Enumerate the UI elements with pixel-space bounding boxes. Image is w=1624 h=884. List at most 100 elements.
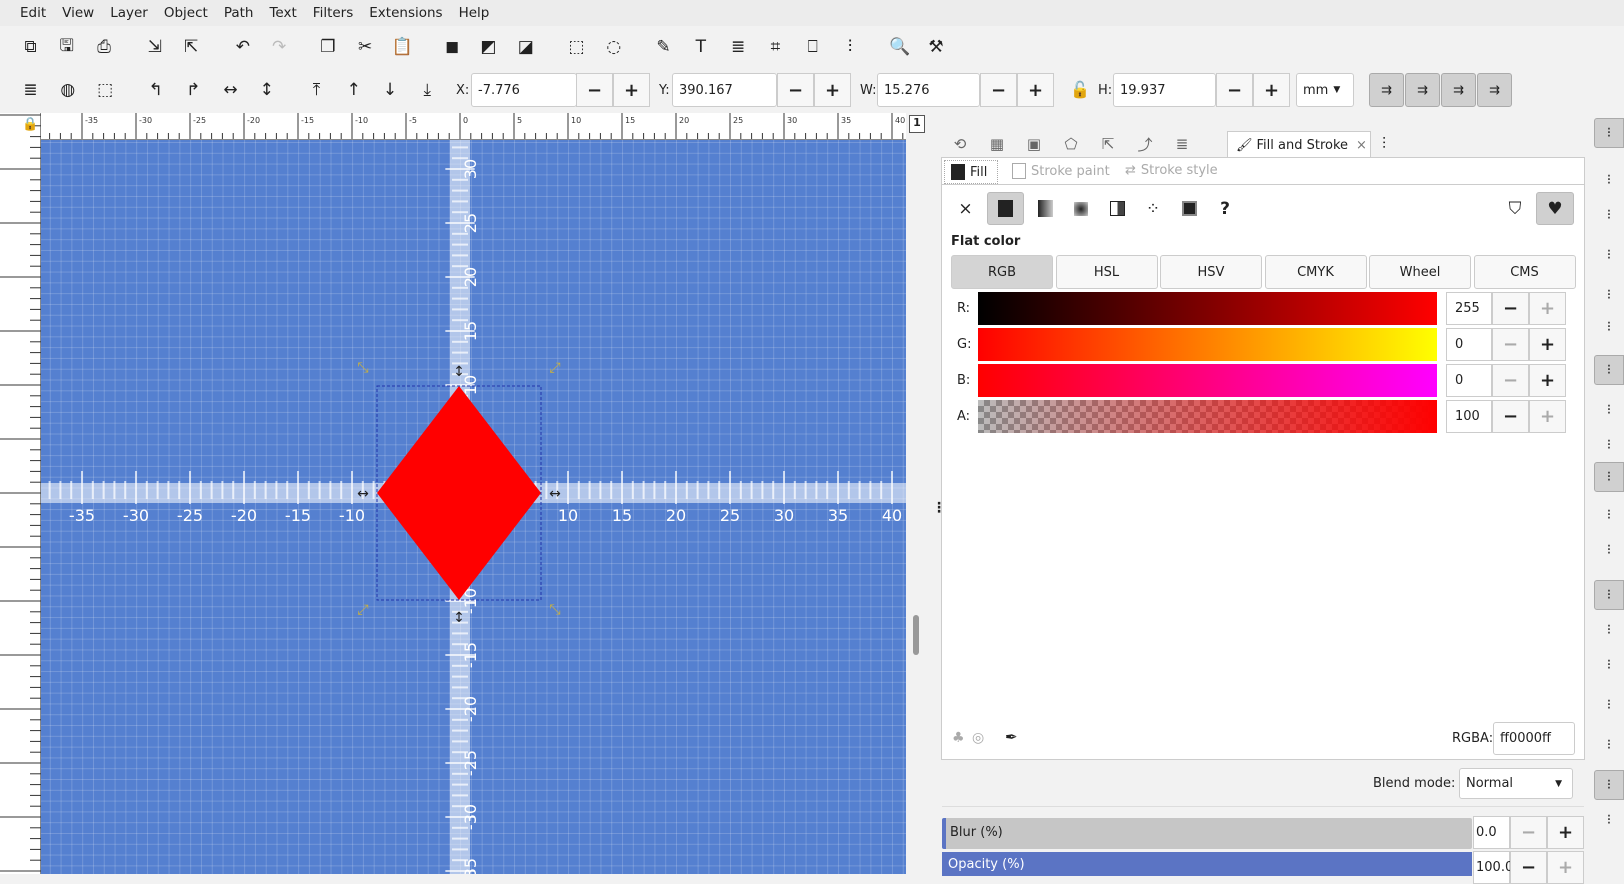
snap-bbox-button[interactable]: ⁝ (1594, 165, 1624, 195)
vertical-ruler[interactable] (0, 60, 41, 883)
menu-object[interactable]: Object (156, 5, 216, 21)
opacity-input[interactable]: 100.0 (1473, 851, 1513, 884)
snap-grid-button[interactable]: ⁝ (1594, 770, 1624, 800)
blur-increment-button[interactable]: + (1547, 816, 1584, 849)
scale-corners-button[interactable]: ⇉ (1405, 73, 1440, 107)
menu-edit[interactable]: Edit (12, 5, 54, 21)
tab-export[interactable]: ⇱ (1093, 131, 1123, 157)
lower-button[interactable]: ↓ (375, 75, 405, 105)
g-decrement-button[interactable]: − (1492, 328, 1529, 361)
tab-fill-and-stroke[interactable]: 🖌 Fill and Stroke × (1227, 131, 1371, 158)
snap-path-button[interactable]: ⁝ (1594, 395, 1624, 425)
diamond-shape[interactable] (377, 386, 541, 600)
g-channel-slider[interactable] (978, 328, 1437, 361)
snap-nodes-button[interactable]: ⁝ (1594, 355, 1624, 385)
paint-none-button[interactable]: × (950, 194, 981, 224)
unit-select[interactable]: mm ▼ (1296, 73, 1354, 107)
move-patterns-button[interactable]: ⇉ (1477, 73, 1512, 107)
tab-undo-history[interactable]: ⟲ (945, 131, 975, 157)
tab-path-effects[interactable]: ⤴ (1130, 131, 1160, 157)
a-channel-slider[interactable] (978, 400, 1437, 433)
blur-slider[interactable]: Blur (%) (942, 818, 1472, 849)
export-button[interactable]: ⇱ (176, 32, 206, 62)
scale-stroke-button[interactable]: ⇉ (1369, 73, 1404, 107)
print-button[interactable]: ⎙ (89, 32, 119, 62)
lock-group-button[interactable]: ◩ (473, 32, 503, 62)
unset-paint-button[interactable]: ? (1210, 194, 1240, 224)
y-decrement-button[interactable]: − (777, 73, 814, 107)
deselect-button[interactable]: ◌ (599, 32, 629, 62)
w-increment-button[interactable]: + (1017, 73, 1054, 107)
unlock-group-button[interactable]: ◪ (511, 32, 541, 62)
lower-to-bottom-button[interactable]: ⤓ (412, 75, 442, 105)
subtab-stroke-paint[interactable]: Stroke paint (1012, 163, 1110, 179)
opacity-decrement-button[interactable]: − (1510, 851, 1547, 884)
fill-rule-nonzero-button[interactable]: ♥ (1536, 192, 1574, 225)
snap-guide-button[interactable]: ⁝ (1594, 805, 1624, 835)
find-button[interactable]: 🔍 (885, 32, 915, 62)
flip-horizontal-button[interactable]: ↔ (215, 75, 245, 105)
paste-button[interactable]: 📋 (387, 32, 417, 62)
g-channel-input[interactable]: 0 (1446, 328, 1492, 361)
vertical-scrollbar[interactable] (913, 615, 919, 655)
color-tab-cmyk[interactable]: CMYK (1264, 255, 1367, 289)
move-gradients-button[interactable]: ⇉ (1441, 73, 1476, 107)
w-decrement-button[interactable]: − (980, 73, 1017, 107)
scale-handle-e-icon[interactable]: ↔ (549, 486, 561, 502)
subtab-stroke-style[interactable]: ⇄ Stroke style (1125, 163, 1218, 178)
rgba-input[interactable]: ff0000ff (1493, 722, 1575, 755)
rotate-ccw-button[interactable]: ↰ (141, 75, 171, 105)
menu-view[interactable]: View (54, 5, 102, 21)
color-picker-icon[interactable]: ✒ (1005, 728, 1018, 746)
menu-extensions[interactable]: Extensions (361, 5, 450, 21)
select-all-objects-button[interactable]: ≣ (16, 75, 46, 105)
opacity-slider[interactable]: Opacity (%) (942, 852, 1472, 876)
align-icon[interactable]: ⫶ (1382, 134, 1386, 154)
snap-bbox-midpoint-button[interactable]: ⁝ (1594, 280, 1624, 310)
lock-ratio-icon[interactable]: 🔓 (1070, 80, 1090, 99)
menu-filters[interactable]: Filters (305, 5, 361, 21)
a-decrement-button[interactable]: − (1492, 400, 1529, 433)
b-channel-slider[interactable] (978, 364, 1437, 397)
snap-smooth-button[interactable]: ⁝ (1594, 500, 1624, 530)
undo-button[interactable]: ↶ (228, 32, 258, 62)
tab-layers[interactable]: ≣ (1167, 131, 1197, 157)
subtab-fill[interactable]: Fill (944, 160, 998, 184)
lock-guides-icon[interactable]: 🔒 (22, 117, 38, 132)
tab-symbols[interactable]: ⬠ (1056, 131, 1086, 157)
blur-input[interactable]: 0.0 (1473, 816, 1510, 849)
scale-handle-nw-icon[interactable]: ⤡ (357, 360, 368, 376)
rotate-cw-button[interactable]: ↱ (178, 75, 208, 105)
scale-handle-sw-icon[interactable]: ⤢ (357, 602, 368, 618)
snap-cusp-button[interactable]: ⁝ (1594, 462, 1624, 492)
scale-handle-n-icon[interactable]: ↕ (453, 364, 465, 380)
r-channel-input[interactable]: 255 (1446, 292, 1492, 325)
radial-gradient-button[interactable] (1066, 194, 1096, 224)
snap-center-object-button[interactable]: ⁝ (1594, 615, 1624, 645)
b-decrement-button[interactable]: − (1492, 364, 1529, 397)
snap-rotation-button[interactable]: ⁝ (1594, 650, 1624, 680)
w-input[interactable]: 15.276 (877, 73, 980, 107)
snap-bbox-edge-button[interactable]: ⁝ (1594, 200, 1624, 230)
x-increment-button[interactable]: + (613, 73, 650, 107)
align-button[interactable]: ⫶ (835, 32, 865, 62)
canvas[interactable]: -35 -30 -25 -20 -15 -10 10 15 20 25 30 35 40 30 25 20 15… (41, 140, 906, 874)
color-tab-cms[interactable]: CMS (1473, 255, 1576, 289)
tab-document-properties[interactable]: ▣ (1019, 131, 1049, 157)
color-tab-hsl[interactable]: HSL (1055, 255, 1158, 289)
snap-others-button[interactable]: ⁝ (1594, 580, 1624, 610)
redo-button[interactable]: ↷ (264, 32, 294, 62)
preferences-button[interactable]: ⚒ (921, 32, 951, 62)
snap-center-button[interactable]: ⁝ (1594, 312, 1624, 342)
snap-page-button[interactable]: ⁝ (1594, 730, 1624, 760)
g-increment-button[interactable]: + (1529, 328, 1566, 361)
copy-document-button[interactable]: ⧉ (16, 32, 46, 62)
h-decrement-button[interactable]: − (1216, 73, 1253, 107)
layers-button[interactable]: ≣ (723, 32, 753, 62)
xml-editor-button[interactable]: ⌗ (760, 32, 790, 62)
r-decrement-button[interactable]: − (1492, 292, 1529, 325)
color-tab-rgb[interactable]: RGB (951, 255, 1053, 289)
cut-button[interactable]: ✂ (350, 32, 380, 62)
import-button[interactable]: ⇲ (140, 32, 170, 62)
r-increment-button[interactable]: + (1529, 292, 1566, 325)
